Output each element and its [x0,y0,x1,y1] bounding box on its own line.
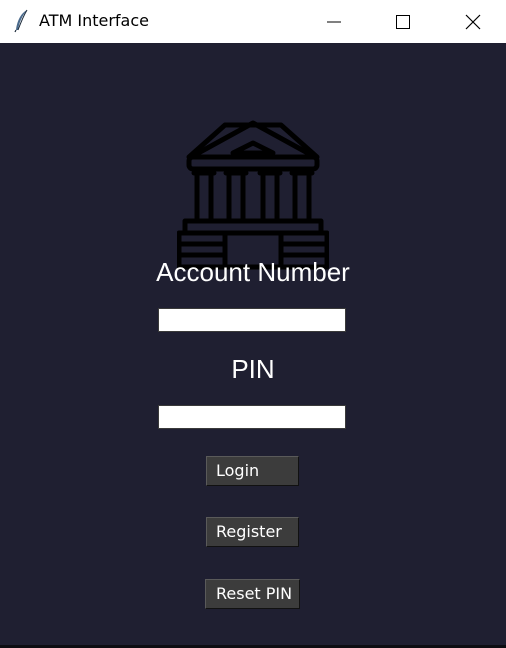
close-icon [465,14,481,29]
pin-input[interactable] [158,405,346,429]
minimize-icon [327,21,341,22]
account-number-label: Account Number [156,257,350,287]
pin-label: PIN [231,354,275,384]
maximize-icon [396,14,410,29]
maximize-button[interactable] [380,0,426,43]
window-title: ATM Interface [39,11,149,30]
reset-pin-button[interactable]: Reset PIN [205,579,300,609]
account-number-input[interactable] [158,308,346,332]
minimize-button[interactable] [311,0,357,43]
register-button[interactable]: Register [206,517,299,547]
close-button[interactable] [450,0,496,43]
atm-window: ATM Interface Account Number PIN Login R… [0,0,506,648]
feather-icon [14,9,28,33]
bank-building-icon [177,120,329,270]
title-bar[interactable]: ATM Interface [0,0,506,43]
login-button[interactable]: Login [206,456,299,486]
main-panel [0,43,506,645]
